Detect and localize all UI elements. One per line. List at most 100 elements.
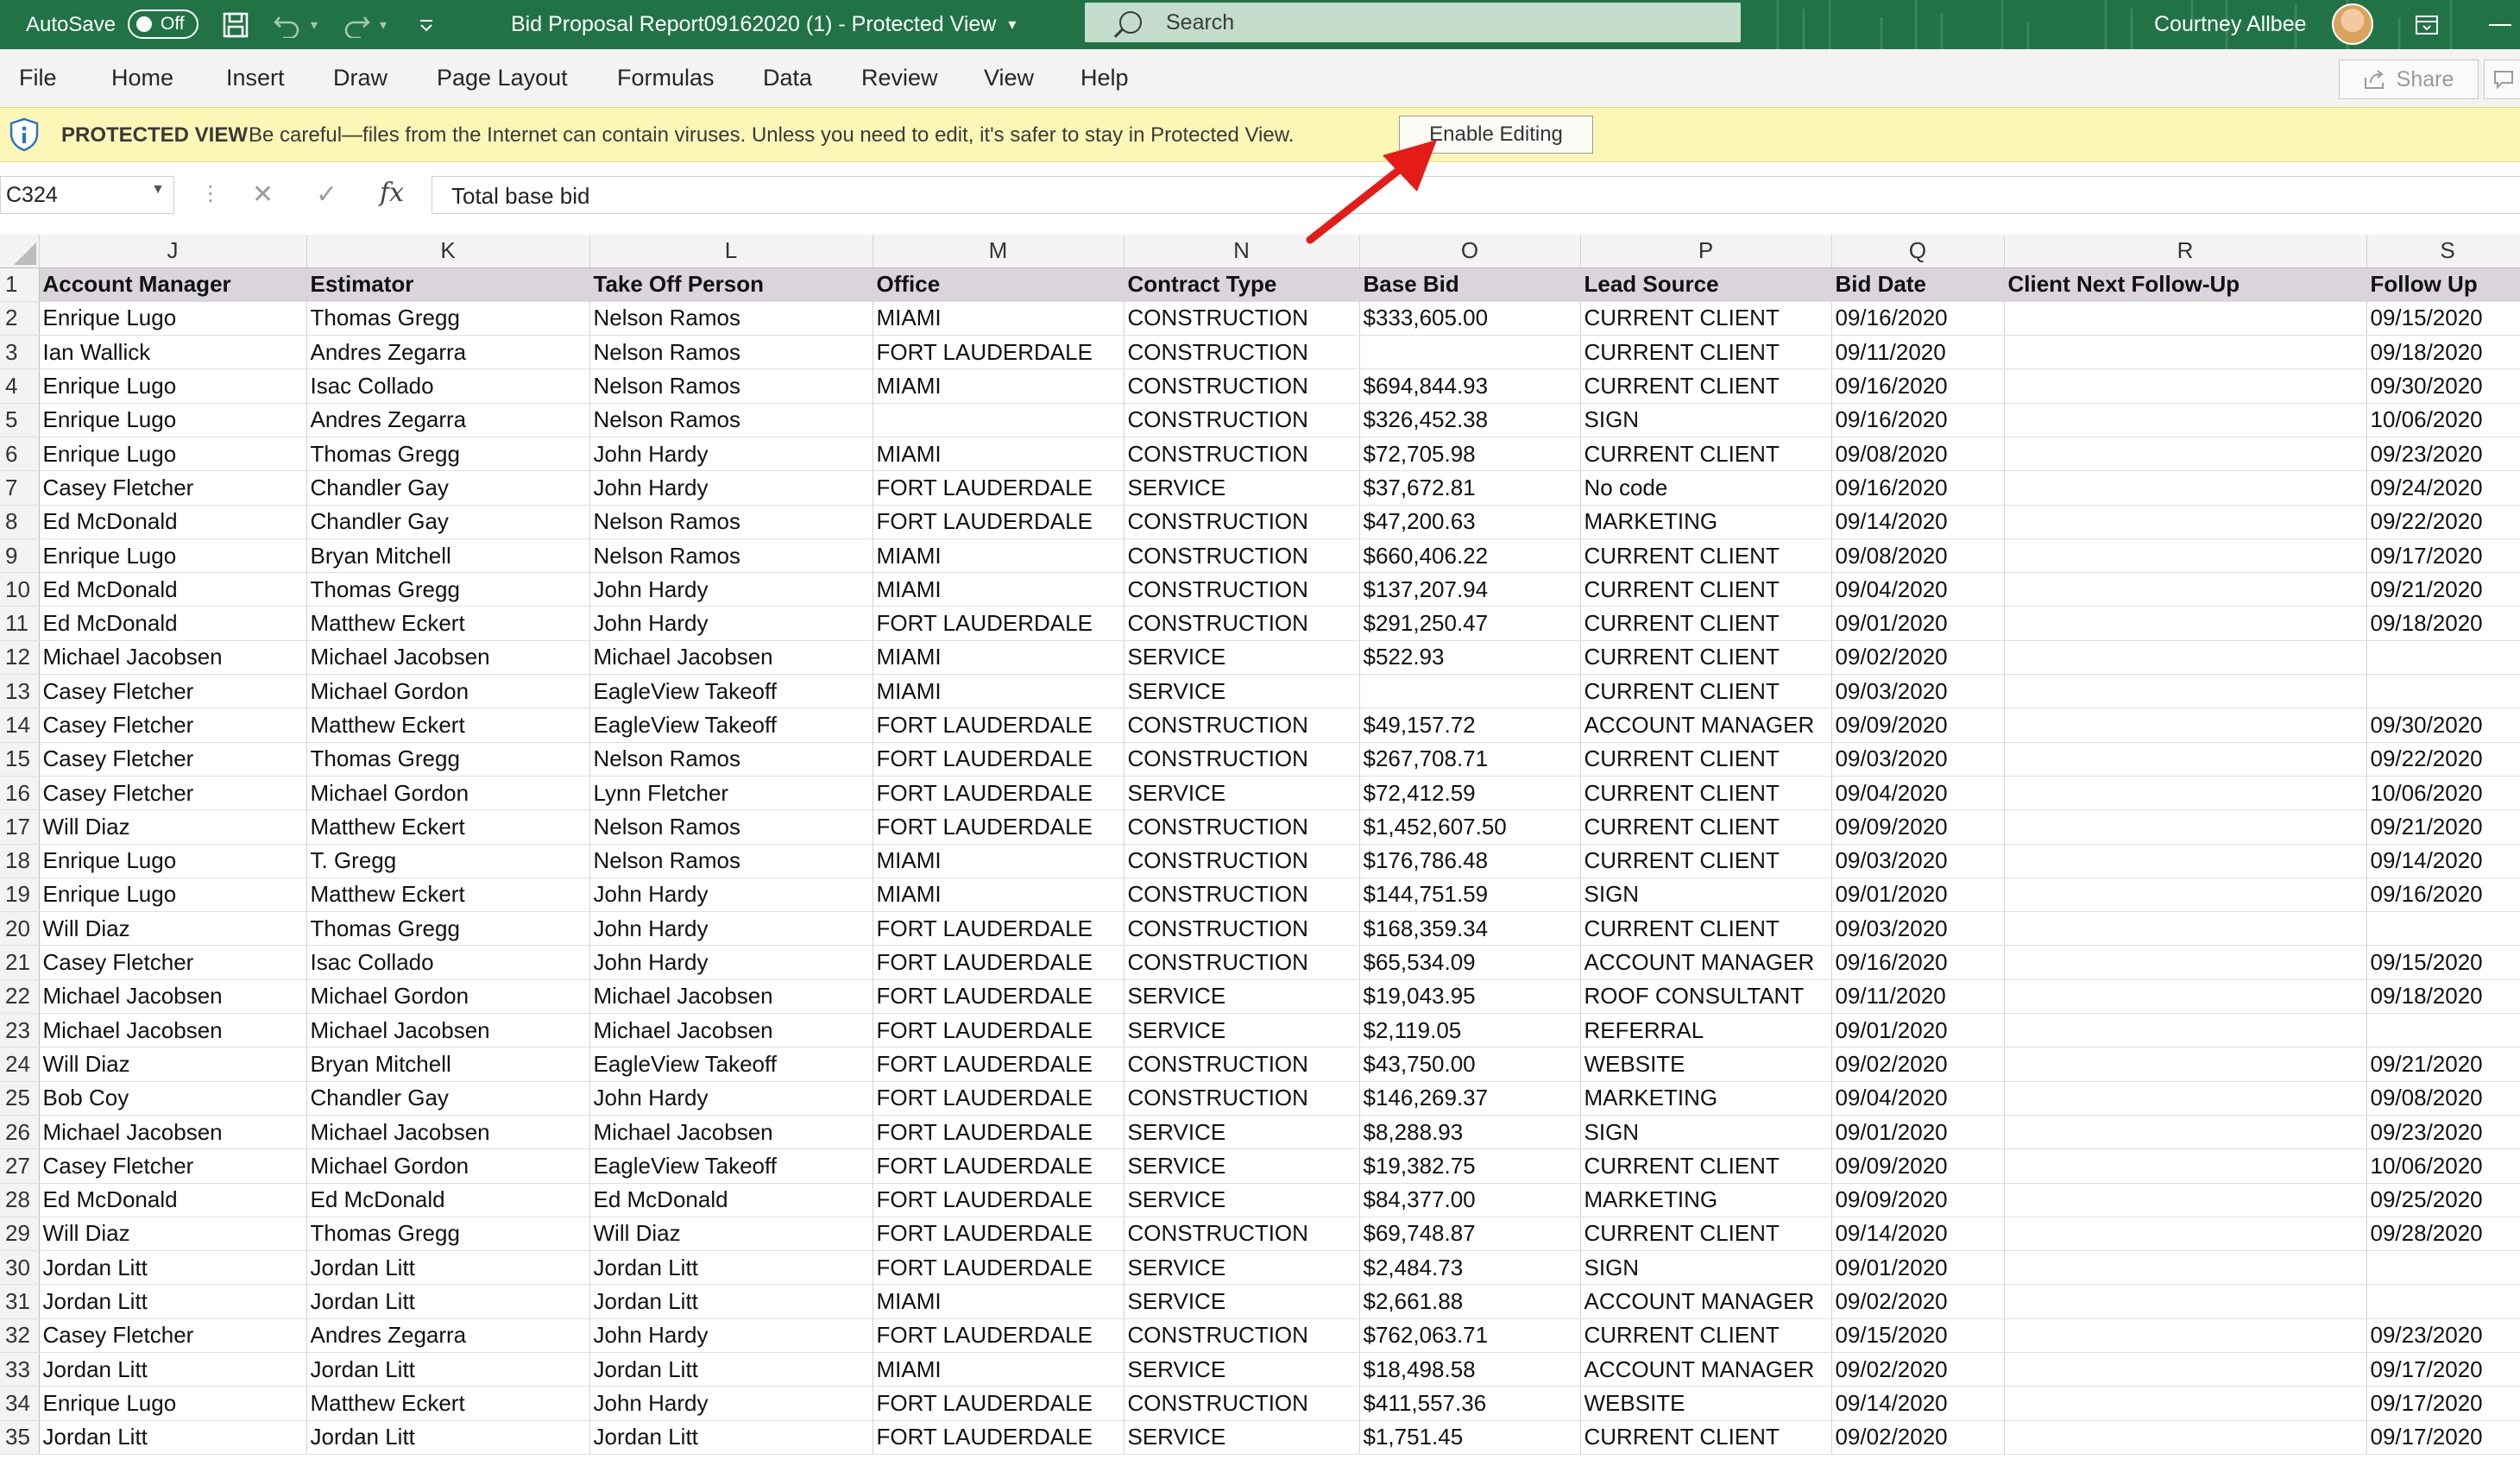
cell[interactable]: $694,844.93 bbox=[1359, 368, 1581, 404]
cell[interactable]: SERVICE bbox=[1124, 1013, 1360, 1048]
cell[interactable]: Jordan Litt bbox=[39, 1352, 307, 1387]
cell[interactable]: CONSTRUCTION bbox=[1124, 742, 1360, 777]
cell[interactable]: CURRENT CLIENT bbox=[1580, 674, 1832, 709]
cell[interactable]: $18,498.58 bbox=[1359, 1352, 1581, 1387]
cell[interactable]: 09/30/2020 bbox=[2366, 708, 2520, 743]
cell[interactable]: 10/06/2020 bbox=[2366, 776, 2520, 811]
autosave-toggle[interactable]: Off bbox=[128, 9, 198, 39]
cell[interactable]: FORT LAUDERDALE bbox=[873, 776, 1125, 811]
tab-page-layout[interactable]: Page Layout bbox=[437, 65, 568, 91]
cell[interactable]: $2,119.05 bbox=[1359, 1013, 1581, 1048]
cell[interactable]: REFERRAL bbox=[1580, 1013, 1832, 1048]
header-cell[interactable]: Contract Type bbox=[1124, 267, 1360, 302]
cell[interactable]: CONSTRUCTION bbox=[1124, 301, 1360, 337]
select-all-corner[interactable] bbox=[0, 235, 40, 268]
row-number[interactable]: 17 bbox=[0, 809, 40, 845]
cell[interactable]: MIAMI bbox=[873, 368, 1125, 404]
share-button[interactable]: Share bbox=[2339, 60, 2479, 99]
cell[interactable]: MIAMI bbox=[873, 878, 1125, 913]
cell[interactable]: ROOF CONSULTANT bbox=[1580, 979, 1832, 1015]
cell[interactable]: MIAMI bbox=[873, 538, 1125, 574]
cell[interactable]: Michael Jacobsen bbox=[306, 1115, 590, 1150]
cell[interactable] bbox=[1359, 335, 1581, 370]
cell[interactable]: SERVICE bbox=[1124, 1420, 1360, 1455]
cell[interactable]: Will Diaz bbox=[39, 1047, 307, 1082]
cell[interactable]: 09/23/2020 bbox=[2366, 1318, 2520, 1354]
tab-file[interactable]: File bbox=[19, 65, 57, 91]
cell[interactable] bbox=[2004, 1284, 2367, 1319]
row-number[interactable]: 2 bbox=[0, 301, 40, 337]
cell[interactable]: $660,406.22 bbox=[1359, 538, 1581, 574]
cell[interactable]: SERVICE bbox=[1124, 674, 1360, 709]
cell[interactable]: Matthew Eckert bbox=[306, 809, 590, 845]
cell[interactable] bbox=[2004, 368, 2367, 404]
cell[interactable]: Michael Jacobsen bbox=[306, 640, 590, 676]
cell[interactable]: Thomas Gregg bbox=[306, 437, 590, 472]
cell[interactable]: ACCOUNT MANAGER bbox=[1580, 1352, 1832, 1387]
user-name[interactable]: Courtney Allbee bbox=[2154, 0, 2307, 49]
cell[interactable]: Bryan Mitchell bbox=[306, 1047, 590, 1082]
cell[interactable]: CONSTRUCTION bbox=[1124, 1386, 1360, 1421]
header-cell[interactable]: Client Next Follow-Up bbox=[2004, 267, 2367, 302]
cell[interactable] bbox=[2004, 911, 2367, 947]
cell[interactable]: CURRENT CLIENT bbox=[1580, 301, 1832, 337]
cell[interactable]: Casey Fletcher bbox=[39, 945, 307, 980]
cell[interactable] bbox=[2004, 674, 2367, 709]
row-number[interactable]: 28 bbox=[0, 1183, 40, 1217]
cell[interactable]: $8,288.93 bbox=[1359, 1115, 1581, 1150]
cell[interactable]: 09/02/2020 bbox=[1831, 640, 2005, 676]
document-title[interactable]: Bid Proposal Report09162020 (1) - Protec… bbox=[511, 0, 1016, 49]
column-header[interactable]: Q bbox=[1831, 235, 2005, 268]
cell[interactable]: FORT LAUDERDALE bbox=[873, 809, 1125, 845]
cell[interactable]: Bob Coy bbox=[39, 1081, 307, 1116]
cell[interactable]: Enrique Lugo bbox=[39, 878, 307, 913]
cell[interactable]: Michael Gordon bbox=[306, 776, 590, 811]
cell[interactable]: EagleView Takeoff bbox=[589, 674, 873, 709]
cell[interactable]: WEBSITE bbox=[1580, 1386, 1832, 1421]
cell[interactable]: Will Diaz bbox=[39, 1217, 307, 1252]
cell[interactable]: 09/15/2020 bbox=[2366, 301, 2520, 337]
row-number[interactable]: 9 bbox=[0, 538, 40, 574]
cell[interactable]: 09/01/2020 bbox=[1831, 606, 2005, 641]
minimize-icon[interactable] bbox=[2485, 0, 2515, 49]
cell[interactable]: SIGN bbox=[1580, 403, 1832, 437]
cell[interactable]: EagleView Takeoff bbox=[589, 1047, 873, 1082]
cell[interactable]: SERVICE bbox=[1124, 1115, 1360, 1150]
column-header[interactable]: N bbox=[1124, 235, 1360, 268]
cell[interactable]: SERVICE bbox=[1124, 1148, 1360, 1184]
cell[interactable]: Will Diaz bbox=[39, 809, 307, 845]
cell[interactable] bbox=[2004, 335, 2367, 370]
cell[interactable] bbox=[2004, 505, 2367, 539]
column-header[interactable]: M bbox=[873, 235, 1125, 268]
tab-data[interactable]: Data bbox=[763, 65, 812, 91]
cell[interactable]: FORT LAUDERDALE bbox=[873, 1386, 1125, 1421]
cell[interactable] bbox=[2004, 437, 2367, 472]
cell[interactable]: Michael Jacobsen bbox=[39, 979, 307, 1015]
row-number[interactable]: 32 bbox=[0, 1318, 40, 1354]
cell[interactable]: 09/08/2020 bbox=[1831, 538, 2005, 574]
cell[interactable]: 09/23/2020 bbox=[2366, 437, 2520, 472]
cell[interactable]: Nelson Ramos bbox=[589, 742, 873, 777]
cell[interactable]: Casey Fletcher bbox=[39, 1148, 307, 1184]
cell[interactable]: Will Diaz bbox=[589, 1217, 873, 1252]
cell[interactable]: SERVICE bbox=[1124, 1352, 1360, 1387]
cell[interactable]: MIAMI bbox=[873, 844, 1125, 878]
cell[interactable]: 09/09/2020 bbox=[1831, 1148, 2005, 1184]
cell[interactable]: 09/22/2020 bbox=[2366, 505, 2520, 539]
cell[interactable]: Casey Fletcher bbox=[39, 674, 307, 709]
cell[interactable]: 09/16/2020 bbox=[1831, 403, 2005, 437]
cell[interactable]: 09/17/2020 bbox=[2366, 538, 2520, 574]
search-box[interactable]: Search bbox=[1085, 3, 1741, 42]
cell[interactable] bbox=[2004, 809, 2367, 845]
cell[interactable]: Nelson Ramos bbox=[589, 505, 873, 539]
cell[interactable]: CONSTRUCTION bbox=[1124, 844, 1360, 878]
cell[interactable]: CONSTRUCTION bbox=[1124, 505, 1360, 539]
cell[interactable]: 09/02/2020 bbox=[1831, 1420, 2005, 1455]
ribbon-display-options-icon[interactable] bbox=[2412, 0, 2441, 49]
row-number[interactable]: 24 bbox=[0, 1047, 40, 1082]
cell[interactable]: ACCOUNT MANAGER bbox=[1580, 1284, 1832, 1319]
cell[interactable]: Casey Fletcher bbox=[39, 708, 307, 743]
cell[interactable] bbox=[2004, 1115, 2367, 1150]
cell[interactable]: Michael Jacobsen bbox=[306, 1013, 590, 1048]
cell[interactable] bbox=[2004, 1148, 2367, 1184]
